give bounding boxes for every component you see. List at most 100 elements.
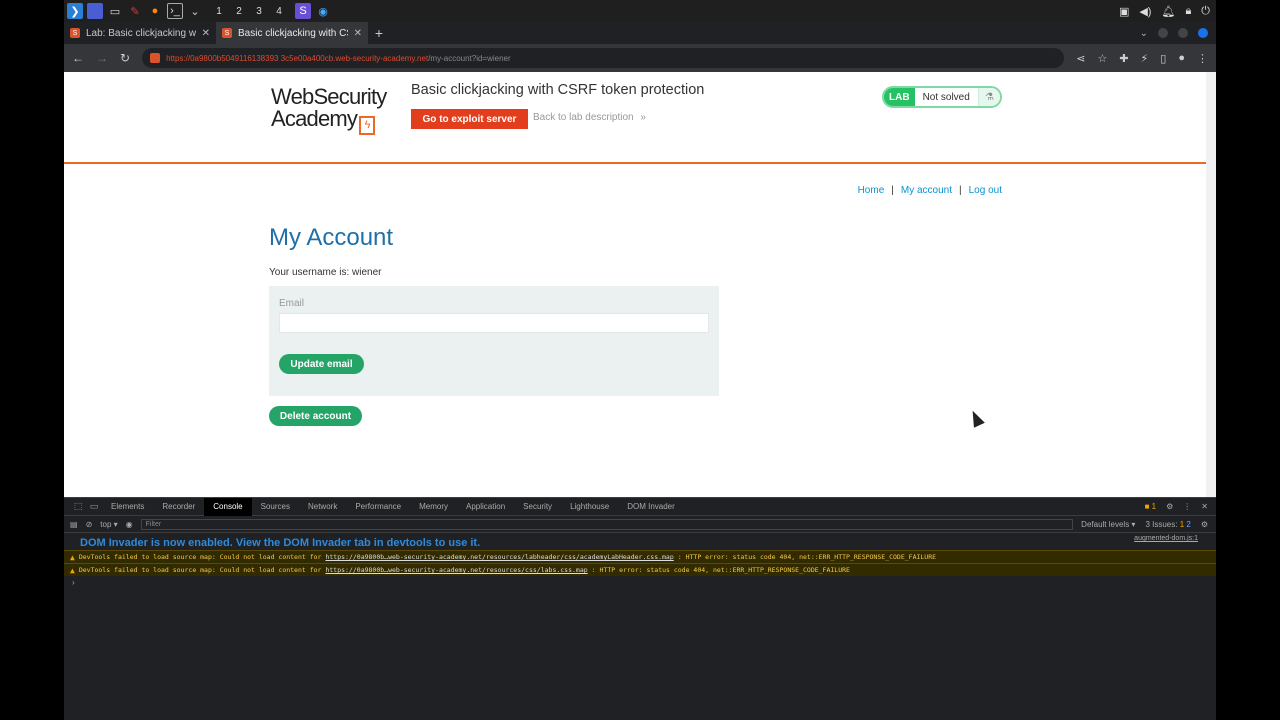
tab-lighthouse[interactable]: Lighthouse (561, 498, 618, 516)
context-selector[interactable]: top ▾ (100, 520, 117, 529)
page-scrollbar[interactable] (1206, 72, 1216, 497)
issues-info-count: 2 (1186, 519, 1191, 529)
devtools-menu-icon[interactable]: ⋮ (1183, 502, 1191, 511)
workspace-4[interactable]: 4 (269, 6, 289, 17)
workspace-switcher: 1 2 3 4 (209, 6, 289, 17)
warning-triangle-icon: ▲ (70, 565, 75, 575)
console-settings-gear-icon[interactable]: ⚙ (1201, 520, 1208, 529)
bookmark-star-icon[interactable]: ☆ (1097, 52, 1107, 65)
update-email-button[interactable]: Update email (279, 354, 364, 374)
nav-separator: | (959, 185, 962, 196)
nav-separator: | (891, 185, 894, 196)
text-editor-icon[interactable]: ✎ (127, 3, 143, 19)
url-host: https://0a9800b5049116138393 3c5e00a400c… (166, 53, 429, 63)
nav-home-link[interactable]: Home (858, 185, 885, 196)
email-input[interactable] (279, 313, 709, 333)
logo-line1: WebSecurity (271, 84, 387, 109)
close-tab-icon[interactable]: ✕ (354, 28, 362, 39)
tab-security[interactable]: Security (514, 498, 561, 516)
web-security-academy-logo[interactable]: WebSecurity Academy ϟ (271, 86, 391, 135)
new-tab-button[interactable]: + (368, 22, 390, 44)
tab-console[interactable]: Console (204, 497, 252, 516)
issues-label: 3 Issues: (1145, 519, 1178, 529)
close-tab-icon[interactable]: ✕ (202, 28, 210, 39)
screen-icon[interactable]: ▣ (1119, 5, 1129, 18)
settings-gear-icon[interactable]: ⚙ (1166, 502, 1173, 511)
not-secure-icon[interactable] (150, 53, 161, 63)
portswigger-favicon-icon: S (70, 28, 80, 38)
extensions-icon[interactable]: ✚ (1119, 52, 1128, 65)
address-bar[interactable]: https://0a9800b5049116138393 3c5e00a400c… (142, 48, 1065, 68)
flask-icon: ⚗ (978, 88, 1000, 106)
warning-link[interactable]: https://0a9800b…web-security-academy.net… (325, 566, 587, 574)
side-panel-icon[interactable]: ▯ (1160, 52, 1166, 65)
kebab-menu-icon[interactable]: ⋮ (1197, 52, 1208, 65)
issues-counter[interactable]: 3 Issues: 1 2 (1145, 520, 1190, 529)
inspect-element-icon[interactable]: ⬚ (70, 501, 86, 512)
browser-tabstrip: S Lab: Basic clickjacking wit ✕ S Basic … (64, 22, 1216, 44)
volume-icon[interactable]: ◀) (1139, 5, 1151, 18)
power-icon[interactable]: ⏻ (1201, 5, 1210, 18)
lock-icon[interactable]: 🔒︎ (1185, 5, 1191, 18)
tab-recorder[interactable]: Recorder (153, 498, 204, 516)
tab-application[interactable]: Application (457, 498, 514, 516)
device-toolbar-icon[interactable]: ▭ (86, 501, 102, 512)
tab-sources[interactable]: Sources (252, 498, 299, 516)
log-levels-dropdown[interactable]: Default levels ▾ (1081, 520, 1135, 529)
warning-suffix: : HTTP error: status code 404, net::ERR_… (677, 553, 937, 561)
desktop-icon[interactable] (87, 3, 103, 19)
nav-my-account-link[interactable]: My account (901, 185, 952, 196)
chrome-icon[interactable]: ◉ (315, 3, 331, 19)
workspace-1[interactable]: 1 (209, 6, 229, 17)
workspace-2[interactable]: 2 (229, 6, 249, 17)
delete-account-button[interactable]: Delete account (269, 406, 362, 426)
kali-menu-icon[interactable]: ❯ (67, 3, 83, 19)
url-path: /my-account?id=wiener (428, 53, 511, 63)
double-chevron-right-icon: » (640, 112, 646, 123)
window-close-icon[interactable] (1198, 28, 1208, 38)
reload-icon[interactable]: ↻ (120, 51, 130, 65)
terminal-icon[interactable]: ›_ (167, 3, 183, 19)
workspace-3[interactable]: 3 (249, 6, 269, 17)
tab-search-icon[interactable]: ⌄ (1140, 28, 1148, 39)
burp-icon[interactable]: S (295, 3, 311, 19)
close-devtools-icon[interactable]: ✕ (1201, 502, 1208, 511)
nav-logout-link[interactable]: Log out (969, 185, 1002, 196)
dom-invader-message: DOM Invader is now enabled. View the DOM… (80, 537, 481, 549)
issues-badge[interactable]: ■ 1 (1145, 502, 1157, 511)
firefox-icon[interactable]: ● (147, 3, 163, 19)
window-minimize-icon[interactable] (1158, 28, 1168, 38)
web-page: WebSecurity Academy ϟ Basic clickjacking … (64, 72, 1216, 497)
tab-dom-invader[interactable]: DOM Invader (618, 498, 684, 516)
console-toolbar: ▤ ⊘ top ▾ ◉ Filter Default levels ▾ 3 Is… (64, 516, 1216, 533)
chevron-down-icon[interactable]: ⌄ (187, 3, 203, 19)
profile-icon[interactable]: ● (1178, 52, 1185, 65)
live-expression-eye-icon[interactable]: ◉ (126, 520, 133, 529)
go-to-exploit-server-button[interactable]: Go to exploit server (411, 109, 528, 129)
back-to-lab-description-link[interactable]: Back to lab description » (533, 112, 646, 123)
tab-lab-active[interactable]: S Basic clickjacking with CSR ✕ (216, 22, 368, 44)
bell-icon[interactable]: 🔔︎ (1161, 5, 1175, 18)
clear-console-icon[interactable]: ⊘ (86, 520, 93, 529)
tab-memory[interactable]: Memory (410, 498, 457, 516)
header-divider (64, 162, 1206, 164)
console-prompt[interactable]: › (64, 576, 1216, 589)
tab-lab-description[interactable]: S Lab: Basic clickjacking wit ✕ (64, 22, 216, 44)
tab-elements[interactable]: Elements (102, 498, 153, 516)
devtools-panel: ⬚ ▭ Elements Recorder Console Sources Ne… (64, 497, 1216, 720)
back-arrow-icon[interactable]: ← (72, 51, 84, 65)
forward-arrow-icon[interactable]: → (96, 51, 108, 65)
tab-performance[interactable]: Performance (346, 498, 410, 516)
console-output: augmented-dom.js:1 DOM Invader is now en… (64, 533, 1216, 589)
console-filter-input[interactable]: Filter (140, 518, 1074, 530)
share-icon[interactable]: ⋖ (1076, 52, 1085, 65)
sidebar-toggle-icon[interactable]: ▤ (70, 520, 78, 529)
tab-network[interactable]: Network (299, 498, 346, 516)
window-maximize-icon[interactable] (1178, 28, 1188, 38)
issues-badge-count: 1 (1151, 502, 1157, 511)
warning-link[interactable]: https://0a9800b…web-security-academy.net… (325, 553, 673, 561)
files-icon[interactable]: ▭ (107, 3, 123, 19)
source-link[interactable]: augmented-dom.js:1 (1134, 535, 1198, 542)
dom-invader-extension-icon[interactable]: ⚡︎ (1141, 52, 1149, 65)
logo-line2: Academy (271, 106, 358, 131)
